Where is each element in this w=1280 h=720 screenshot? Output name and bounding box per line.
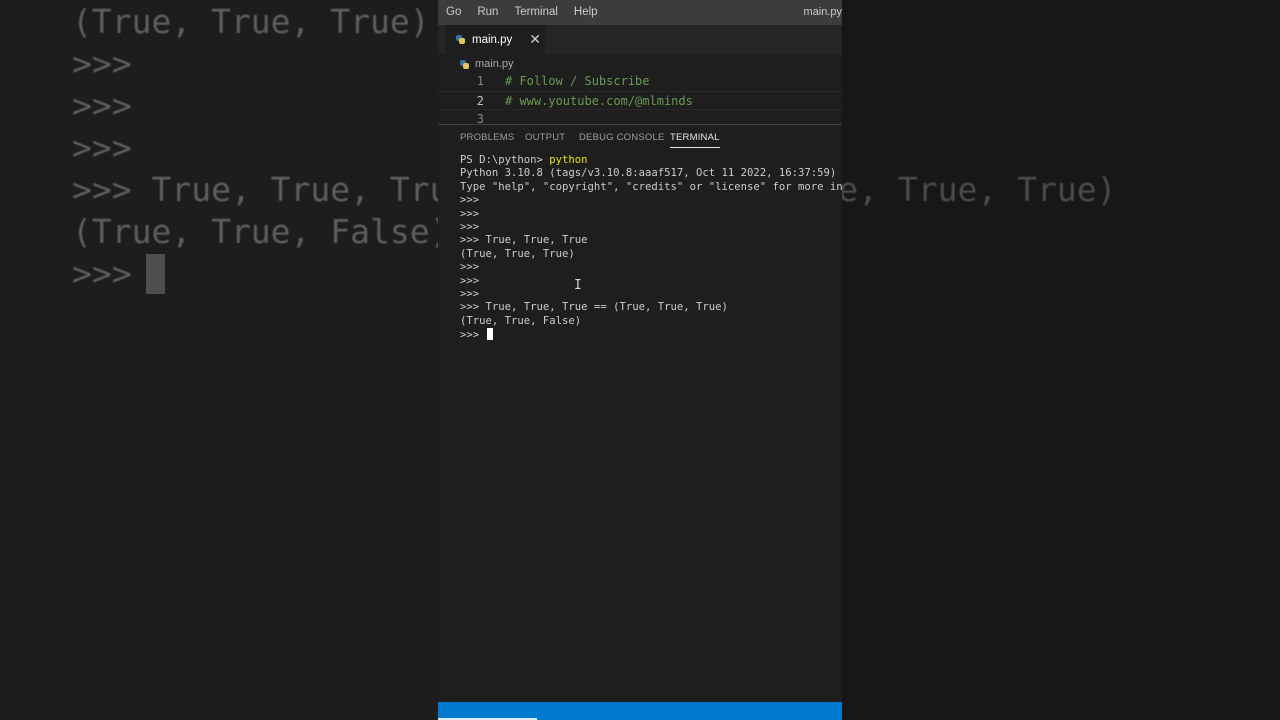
tab-terminal[interactable]: TERMINAL xyxy=(670,132,720,148)
window-title: main.py xyxy=(803,6,842,18)
editor-tab-bar: main.py ✕ xyxy=(438,25,842,54)
echo-line: >>> xyxy=(72,254,152,293)
breadcrumb-file[interactable]: main.py xyxy=(475,58,514,70)
echo-line: >>> xyxy=(72,44,132,83)
terminal-line: (True, True, False) xyxy=(460,314,582,327)
terminal-line: >>> xyxy=(460,328,842,341)
menu-run[interactable]: Run xyxy=(469,0,506,25)
panel-tabs: PROBLEMS OUTPUT DEBUG CONSOLE TERMINAL xyxy=(438,125,842,151)
echo-line: >>> True, True, True == (True, True, Tru… xyxy=(842,170,1117,209)
code-line-active: 2 # www.youtube.com/@mlminds xyxy=(438,91,842,110)
terminal-line: >>> xyxy=(460,207,480,220)
python-file-icon xyxy=(460,59,469,69)
menu-go[interactable]: Go xyxy=(438,0,469,25)
background-echo-right: >>> True, True, True == (True, True, Tru… xyxy=(842,0,1280,720)
tab-output[interactable]: OUTPUT xyxy=(525,132,565,143)
menu-terminal[interactable]: Terminal xyxy=(506,0,565,25)
terminal-line: Type "help", "copyright", "credits" or "… xyxy=(460,180,842,193)
tab-problems[interactable]: PROBLEMS xyxy=(460,132,514,143)
code-text: # Follow / Subscribe xyxy=(505,74,650,88)
echo-line: >>> xyxy=(72,86,132,125)
echo-line: (True, True, True) xyxy=(72,2,430,41)
terminal-line: Python 3.10.8 (tags/v3.10.8:aaaf517, Oct… xyxy=(460,167,837,180)
line-number: 3 xyxy=(476,112,484,124)
terminal-prompt: >>> xyxy=(460,329,486,342)
terminal-line: >>> xyxy=(460,287,480,300)
terminal-line: >>> True, True, True == (True, True, Tru… xyxy=(460,301,728,314)
code-editor[interactable]: 1 # Follow / Subscribe 2 # www.youtube.c… xyxy=(438,72,842,124)
terminal-cursor xyxy=(486,328,493,341)
code-line: 3 xyxy=(438,110,842,124)
vscode-window: Go Run Terminal Help main.py main.py ✕ m… xyxy=(438,0,842,720)
python-file-icon xyxy=(456,35,465,44)
menu-bar: Go Run Terminal Help main.py xyxy=(438,0,842,25)
status-bar xyxy=(438,702,842,720)
background-echo-left: (True, True, True) >>> >>> >>> >>> True,… xyxy=(0,0,438,720)
echo-line: >>> xyxy=(72,128,132,167)
line-number: 2 xyxy=(476,94,484,108)
menu-help[interactable]: Help xyxy=(566,0,606,25)
terminal-prompt: PS D:\python> xyxy=(460,154,550,166)
echo-line: >>> True, True, True == (True, True, Tru… xyxy=(72,170,438,209)
tab-main-py[interactable]: main.py ✕ xyxy=(445,25,545,54)
terminal-line: PS D:\python> python xyxy=(460,154,842,167)
terminal-command: python xyxy=(549,154,588,166)
echo-line: (True, True, False) xyxy=(72,212,438,251)
echo-cursor xyxy=(146,254,165,294)
breadcrumb[interactable]: main.py xyxy=(460,56,514,72)
tab-debug-console[interactable]: DEBUG CONSOLE xyxy=(579,132,664,143)
terminal-line: >>> xyxy=(460,220,480,233)
code-line: 1 # Follow / Subscribe xyxy=(438,72,842,91)
terminal-line: (True, True, True) xyxy=(460,247,575,260)
code-text: # www.youtube.com/@mlminds xyxy=(505,94,693,108)
terminal[interactable]: PS D:\python> python Python 3.10.8 (tags… xyxy=(460,154,842,694)
terminal-line: >>> xyxy=(460,194,480,207)
bottom-panel: PROBLEMS OUTPUT DEBUG CONSOLE TERMINAL P… xyxy=(438,124,842,703)
close-icon[interactable]: ✕ xyxy=(529,25,541,54)
terminal-line: >>> xyxy=(460,261,480,274)
tab-label: main.py xyxy=(472,33,513,46)
terminal-line: >>> xyxy=(460,274,480,287)
line-number: 1 xyxy=(476,74,484,88)
terminal-line: >>> True, True, True xyxy=(460,234,588,247)
ibeam-cursor-icon: I xyxy=(574,278,582,293)
